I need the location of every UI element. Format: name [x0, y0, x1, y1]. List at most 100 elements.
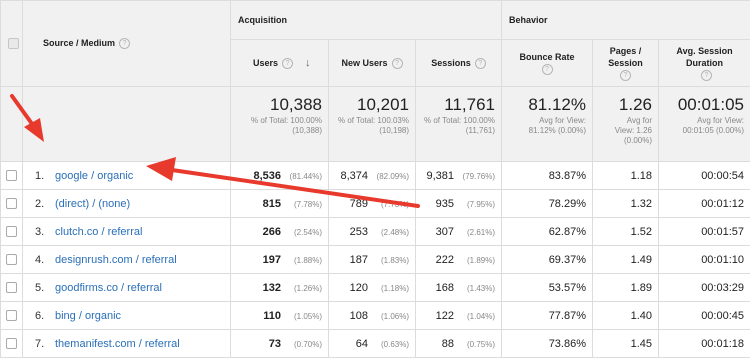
row-checkbox[interactable]	[6, 226, 17, 237]
total-new-users-value: 10,201	[329, 96, 409, 114]
avg-duration-cell: 00:01:12	[659, 190, 750, 218]
bounce-rate-cell: 83.87%	[502, 162, 593, 190]
new-users-value: 253	[350, 226, 368, 238]
sessions-value: 122	[436, 310, 454, 322]
source-medium-link[interactable]: clutch.co / referral	[55, 226, 142, 238]
source-medium-header[interactable]: Source / Medium?	[23, 1, 231, 87]
total-sessions-value: 11,761	[416, 96, 495, 114]
source-cell: 4.designrush.com / referral	[23, 246, 231, 274]
table-row[interactable]: 4.designrush.com / referral197(1.88%)187…	[1, 246, 750, 274]
total-pages-session-sub: View: 1.26	[593, 126, 652, 136]
help-icon[interactable]: ?	[542, 64, 553, 75]
row-checkbox[interactable]	[6, 170, 17, 181]
new-users-value: 120	[350, 282, 368, 294]
table-row[interactable]: 2.(direct) / (none)815(7.78%)789(7.73%)9…	[1, 190, 750, 218]
source-medium-link[interactable]: themanifest.com / referral	[55, 338, 180, 350]
sessions-cell: 222(1.89%)	[416, 246, 502, 274]
row-checkbox[interactable]	[6, 338, 17, 349]
new-users-cell: 187(1.83%)	[329, 246, 416, 274]
row-checkbox[interactable]	[6, 254, 17, 265]
totals-row: 10,388% of Total: 100.00%(10,388) 10,201…	[1, 87, 750, 162]
pages-session-column-header[interactable]: Pages / Session?	[593, 40, 659, 87]
source-medium-link[interactable]: goodfirms.co / referral	[55, 282, 162, 294]
total-new-users: 10,201% of Total: 100.03%(10,198)	[329, 87, 416, 162]
bounce-rate-column-header[interactable]: Bounce Rate?	[502, 40, 593, 87]
avg-duration-cell: 00:00:54	[659, 162, 750, 190]
total-bounce-rate: 81.12%Avg for View:81.12% (0.00%)	[502, 87, 593, 162]
new-users-cell: 64(0.63%)	[329, 330, 416, 358]
pages-session-cell: 1.49	[593, 246, 659, 274]
help-icon[interactable]: ?	[282, 58, 293, 69]
source-medium-link[interactable]: designrush.com / referral	[55, 254, 177, 266]
new-users-percent: (1.83%)	[371, 256, 409, 265]
row-checkbox[interactable]	[6, 198, 17, 209]
row-checkbox-cell	[1, 162, 23, 190]
row-index: 3.	[35, 226, 55, 238]
select-all-checkbox[interactable]	[8, 38, 19, 49]
row-checkbox-cell	[1, 190, 23, 218]
sessions-column-label: Sessions	[431, 58, 471, 68]
help-icon[interactable]: ?	[701, 70, 712, 81]
total-bounce-rate-value: 81.12%	[502, 96, 586, 114]
row-index: 6.	[35, 310, 55, 322]
sessions-cell: 88(0.75%)	[416, 330, 502, 358]
bounce-rate-cell: 73.86%	[502, 330, 593, 358]
users-column-label: Users	[253, 58, 278, 68]
new-users-cell: 789(7.73%)	[329, 190, 416, 218]
bounce-rate-cell: 77.87%	[502, 302, 593, 330]
users-value: 110	[263, 310, 281, 322]
sessions-value: 9,381	[426, 170, 454, 182]
users-cell: 266(2.54%)	[231, 218, 329, 246]
help-icon[interactable]: ?	[119, 38, 130, 49]
help-icon[interactable]: ?	[620, 70, 631, 81]
users-percent: (1.05%)	[284, 312, 322, 321]
source-medium-link[interactable]: bing / organic	[55, 310, 121, 322]
avg-duration-cell: 00:01:18	[659, 330, 750, 358]
source-medium-link[interactable]: (direct) / (none)	[55, 198, 130, 210]
sessions-column-header[interactable]: Sessions?	[416, 40, 502, 87]
sessions-percent: (1.89%)	[457, 256, 495, 265]
sort-descending-icon[interactable]: ↓	[305, 57, 311, 69]
table-row[interactable]: 5.goodfirms.co / referral132(1.26%)120(1…	[1, 274, 750, 302]
new-users-percent: (2.48%)	[371, 228, 409, 237]
table-row[interactable]: 6.bing / organic110(1.05%)108(1.06%)122(…	[1, 302, 750, 330]
pages-session-cell: 1.45	[593, 330, 659, 358]
row-checkbox-cell	[1, 274, 23, 302]
new-users-cell: 253(2.48%)	[329, 218, 416, 246]
new-users-percent: (0.63%)	[371, 340, 409, 349]
table-row[interactable]: 1.google / organic8,536(81.44%)8,374(82.…	[1, 162, 750, 190]
avg-duration-column-label: Avg. Session Duration	[665, 45, 745, 69]
new-users-column-header[interactable]: New Users?	[329, 40, 416, 87]
sessions-cell: 122(1.04%)	[416, 302, 502, 330]
source-medium-link[interactable]: google / organic	[55, 170, 133, 182]
sessions-percent: (79.76%)	[457, 172, 495, 181]
row-checkbox[interactable]	[6, 310, 17, 321]
avg-duration-column-header[interactable]: Avg. Session Duration?	[659, 40, 750, 87]
sessions-value: 222	[436, 254, 454, 266]
sessions-value: 88	[442, 338, 454, 350]
row-checkbox[interactable]	[6, 282, 17, 293]
new-users-cell: 8,374(82.09%)	[329, 162, 416, 190]
acquisition-group-header: Acquisition	[231, 1, 502, 40]
new-users-column-label: New Users	[341, 58, 387, 68]
total-new-users-sub: % of Total: 100.03%	[329, 116, 409, 126]
total-sessions-sub: % of Total: 100.00%	[416, 116, 495, 126]
row-checkbox-cell	[1, 330, 23, 358]
users-column-header[interactable]: Users? ↓	[231, 40, 329, 87]
help-icon[interactable]: ?	[475, 58, 486, 69]
total-avg-duration-value: 00:01:05	[659, 96, 744, 114]
table-row[interactable]: 7.themanifest.com / referral73(0.70%)64(…	[1, 330, 750, 358]
avg-duration-cell: 00:03:29	[659, 274, 750, 302]
new-users-percent: (82.09%)	[371, 172, 409, 181]
users-percent: (81.44%)	[284, 172, 322, 181]
sessions-cell: 9,381(79.76%)	[416, 162, 502, 190]
users-cell: 815(7.78%)	[231, 190, 329, 218]
sessions-percent: (0.75%)	[457, 340, 495, 349]
row-index: 1.	[35, 170, 55, 182]
help-icon[interactable]: ?	[392, 58, 403, 69]
users-value: 815	[263, 198, 281, 210]
total-users: 10,388% of Total: 100.00%(10,388)	[231, 87, 329, 162]
table-row[interactable]: 3.clutch.co / referral266(2.54%)253(2.48…	[1, 218, 750, 246]
total-sessions-sub: (11,761)	[416, 126, 495, 136]
avg-duration-cell: 00:01:57	[659, 218, 750, 246]
